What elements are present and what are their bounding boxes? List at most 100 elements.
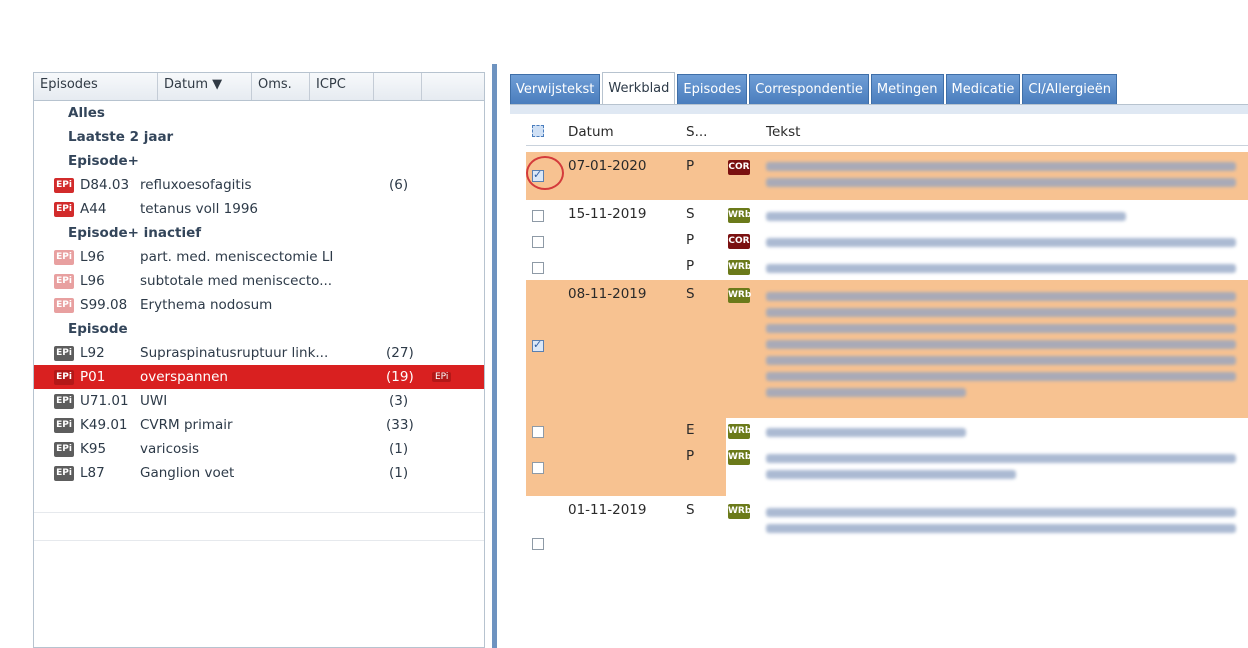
episode-desc: varicosis [140, 441, 200, 457]
entry-soap: E [686, 422, 695, 438]
entry-soap: P [686, 448, 695, 464]
werkblad-icon: WRb [728, 450, 751, 465]
episode-icon: EPi [54, 465, 74, 481]
episode-count: (1) [389, 441, 409, 457]
tab-episodes[interactable]: Episodes [677, 74, 748, 104]
group-episode-plus-inactief[interactable]: Episode+ inactief [34, 221, 484, 245]
select-all-checkbox[interactable] [532, 125, 544, 137]
entry-row[interactable]: 01-11-2019 S WRb [526, 498, 1248, 568]
entry-row[interactable]: P COR [526, 228, 1248, 254]
blurred-text [766, 356, 1236, 365]
episode-code: L96 [80, 273, 105, 289]
blurred-text [766, 162, 1236, 171]
entry-checkbox[interactable] [532, 210, 544, 222]
episode-code: K95 [80, 441, 107, 457]
col-oms[interactable]: Oms. [252, 73, 310, 100]
episode-desc: part. med. meniscectomie LI [140, 249, 334, 265]
blurred-text [766, 372, 1236, 381]
entry-soap: S [686, 206, 695, 222]
group-label: Episode+ inactief [68, 225, 202, 241]
correspondence-icon: COR [728, 234, 750, 249]
col-icpc[interactable]: ICPC [310, 73, 374, 100]
episode-icon: EPi [54, 417, 74, 433]
episode-code: P01 [80, 369, 106, 385]
episode-desc: tetanus voll 1996 [140, 201, 258, 217]
entry-date: 07-01-2020 [568, 158, 647, 174]
blurred-text [766, 308, 1236, 317]
entry-row[interactable]: P WRb [526, 254, 1248, 280]
header-tekst[interactable]: Tekst [766, 124, 800, 140]
episode-desc: Supraspinatusruptuur link... [140, 345, 329, 361]
tab-correspondentie[interactable]: Correspondentie [749, 74, 869, 104]
empty-row [34, 513, 484, 541]
header-datum[interactable]: Datum [568, 124, 614, 140]
entry-checkbox[interactable] [532, 262, 544, 274]
blurred-text [766, 324, 1236, 333]
blurred-text [766, 340, 1236, 349]
entry-checkbox[interactable] [532, 236, 544, 248]
episode-row[interactable]: EPi L87 Ganglion voet (1) [34, 461, 484, 485]
entry-soap: P [686, 158, 695, 174]
col-filler [422, 73, 484, 100]
entry-row[interactable]: E WRb [526, 418, 1248, 444]
episode-code: L92 [80, 345, 105, 361]
panel-splitter[interactable] [492, 64, 497, 648]
group-alles[interactable]: Alles [34, 101, 484, 125]
entry-row[interactable]: 08-11-2019 S WRb [526, 280, 1248, 418]
header-soap[interactable]: S... [686, 124, 707, 140]
episode-row[interactable]: EPi D84.03 refluxoesofagitis (6) [34, 173, 484, 197]
episode-row[interactable]: EPi L96 subtotale med meniscecto... [34, 269, 484, 293]
episode-desc: subtotale med meniscecto... [140, 273, 333, 289]
group-episode[interactable]: Episode [34, 317, 484, 341]
werkblad-icon: WRb [728, 208, 751, 223]
episode-row[interactable]: EPi K49.01 CVRM primair (33) [34, 413, 484, 437]
episode-desc: UWI [140, 393, 168, 409]
entry-row[interactable]: P WRb [526, 444, 1248, 494]
episode-plus-icon: EPi [54, 177, 74, 193]
blurred-text [766, 212, 1126, 221]
group-episode-plus[interactable]: Episode+ [34, 149, 484, 173]
blurred-text [766, 524, 1236, 533]
entry-row[interactable]: 15-11-2019 S WRb [526, 202, 1248, 228]
col-datum[interactable]: Datum ▼ [158, 73, 252, 100]
blurred-text [766, 238, 1236, 247]
episode-row[interactable]: EPi L92 Supraspinatusruptuur link... (27… [34, 341, 484, 365]
episode-row[interactable]: EPi U71.01 UWI (3) [34, 389, 484, 413]
entry-soap: S [686, 502, 695, 518]
episode-count: (1) [389, 465, 409, 481]
entry-checkbox[interactable] [532, 338, 544, 352]
episode-row[interactable]: EPi S99.08 Erythema nodosum [34, 293, 484, 317]
episode-row[interactable]: EPi L96 part. med. meniscectomie LI [34, 245, 484, 269]
blurred-text [766, 470, 1016, 479]
tab-ci-allergieen[interactable]: CI/Allergieën [1022, 74, 1118, 104]
col-episodes[interactable]: Episodes [34, 73, 158, 100]
entry-soap: P [686, 258, 695, 274]
episode-row-selected[interactable]: EPi P01 overspannen (19) EPi [34, 365, 484, 389]
entry-soap: S [686, 286, 695, 302]
episodes-header: Episodes Datum ▼ Oms. ICPC [34, 73, 484, 101]
entry-checkbox[interactable] [532, 538, 544, 550]
blurred-text [766, 388, 966, 397]
entry-row[interactable]: 07-01-2020 P COR [526, 152, 1248, 200]
blurred-text [766, 292, 1236, 301]
entry-checkbox[interactable] [532, 426, 544, 438]
episode-row[interactable]: EPi K95 varicosis (1) [34, 437, 484, 461]
entry-checkbox[interactable] [532, 462, 544, 474]
tab-verwijstekst[interactable]: Verwijstekst [510, 74, 601, 104]
episode-count: (33) [386, 417, 414, 433]
tab-metingen[interactable]: Metingen [870, 74, 944, 104]
highlight-circle [526, 156, 564, 190]
tab-werkblad[interactable]: Werkblad [602, 72, 676, 104]
episode-count: (27) [386, 345, 414, 361]
episode-count: (3) [389, 393, 409, 409]
episode-row[interactable]: EPi A44 tetanus voll 1996 [34, 197, 484, 221]
werkblad-icon: WRb [728, 504, 751, 519]
episode-desc: Erythema nodosum [140, 297, 273, 313]
tab-bar: Verwijstekst Werkblad Episodes Correspon… [510, 72, 1248, 104]
entry-soap: P [686, 232, 695, 248]
entry-date: 08-11-2019 [568, 286, 647, 302]
tab-strip [510, 104, 1248, 114]
group-laatste-2-jaar[interactable]: Laatste 2 jaar [34, 125, 484, 149]
tab-medicatie[interactable]: Medicatie [945, 74, 1021, 104]
episode-icon: EPi [54, 441, 74, 457]
